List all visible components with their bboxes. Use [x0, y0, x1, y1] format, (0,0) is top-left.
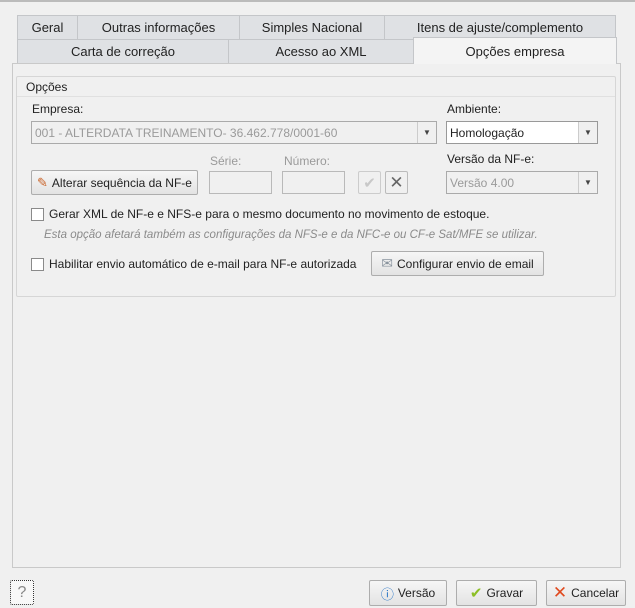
tab-carta-correcao[interactable]: Carta de correção	[17, 39, 229, 63]
window-top-edge	[0, 0, 635, 2]
tab-acesso-xml[interactable]: Acesso ao XML	[228, 39, 414, 63]
numero-label: Número:	[284, 154, 331, 168]
alterar-sequencia-label: Alterar sequência da NF-e	[51, 175, 192, 190]
chevron-down-icon[interactable]: ▼	[578, 122, 597, 143]
configurar-email-label: Configurar envio de email	[396, 256, 534, 271]
tab-outras-informacoes[interactable]: Outras informações	[77, 15, 240, 39]
tab-geral[interactable]: Geral	[17, 15, 78, 39]
group-title: Opções	[17, 77, 615, 97]
envelope-icon: ✉	[381, 255, 393, 271]
versao-nfe-value: Versão 4.00	[450, 175, 515, 190]
edit-pencil-icon: ✎	[37, 174, 48, 190]
version-info-icon: ⓘ	[380, 586, 394, 602]
tab-itens-ajuste[interactable]: Itens de ajuste/complemento	[384, 15, 616, 39]
versao-nfe-label: Versão da NF-e:	[447, 152, 535, 166]
versao-button[interactable]: ⓘ Versão	[369, 580, 447, 606]
gerar-xml-note: Esta opção afetará também as configuraçõ…	[44, 229, 538, 241]
tab-opcoes-empresa[interactable]: Opções empresa	[413, 37, 617, 64]
configurar-email-button[interactable]: ✉ Configurar envio de email	[371, 251, 544, 276]
habilitar-email-label[interactable]: Habilitar envio automático de e-mail par…	[49, 257, 356, 271]
tab-simples-nacional[interactable]: Simples Nacional	[239, 15, 385, 39]
confirm-check-icon[interactable]: ✔	[358, 171, 381, 194]
close-icon: ✕	[552, 583, 568, 602]
gravar-button[interactable]: ✔ Gravar	[456, 580, 537, 606]
cancelar-button[interactable]: ✕ Cancelar	[546, 580, 626, 606]
serie-input[interactable]	[209, 171, 272, 194]
gerar-xml-checkbox[interactable]	[31, 208, 44, 221]
numero-input[interactable]	[282, 171, 345, 194]
gerar-xml-label[interactable]: Gerar XML de NF-e e NFS-e para o mesmo d…	[49, 207, 489, 221]
empresa-label: Empresa:	[32, 102, 84, 116]
chevron-down-icon[interactable]: ▼	[578, 172, 597, 193]
cancel-x-icon[interactable]: ✕	[385, 171, 408, 194]
ambiente-value: Homologação	[450, 125, 525, 140]
gravar-label: Gravar	[486, 586, 524, 600]
empresa-value: 001 - ALTERDATA TREINAMENTO- 36.462.778/…	[35, 125, 338, 140]
ambiente-select[interactable]: Homologação ▼	[446, 121, 598, 144]
empresa-select[interactable]: 001 - ALTERDATA TREINAMENTO- 36.462.778/…	[31, 121, 437, 144]
alterar-sequencia-button[interactable]: ✎ Alterar sequência da NF-e	[31, 170, 198, 195]
habilitar-email-checkbox[interactable]	[31, 258, 44, 271]
versao-label: Versão	[397, 586, 436, 600]
serie-label: Série:	[210, 154, 242, 168]
check-icon: ✔	[469, 585, 483, 602]
chevron-down-icon[interactable]: ▼	[417, 122, 436, 143]
versao-nfe-select[interactable]: Versão 4.00 ▼	[446, 171, 598, 194]
ambiente-label: Ambiente:	[447, 102, 502, 116]
help-button[interactable]: ?	[10, 580, 34, 605]
cancelar-label: Cancelar	[571, 586, 620, 600]
